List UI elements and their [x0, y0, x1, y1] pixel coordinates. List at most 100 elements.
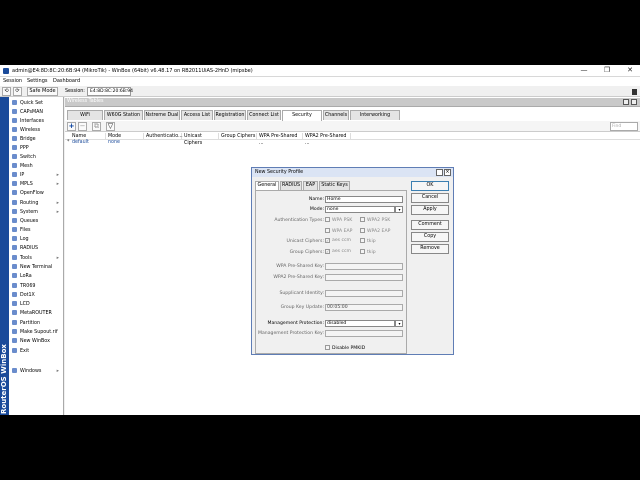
- sidebar-item-capsman[interactable]: CAPsMAN: [12, 108, 62, 117]
- redo-icon[interactable]: ⟳: [13, 87, 22, 96]
- sidebar-item-switch[interactable]: Switch: [12, 153, 62, 162]
- auth-wpa2-eap-checkbox[interactable]: WPA2 EAP: [360, 228, 390, 234]
- wireless-tables-restore-icon[interactable]: [631, 99, 637, 105]
- remove-icon[interactable]: −: [78, 122, 87, 131]
- sidebar-item-new-winbox[interactable]: New WinBox: [12, 337, 62, 346]
- unicast-aes-ccm-checkbox[interactable]: ✓ aes ccm: [325, 238, 351, 243]
- dialog-close-icon[interactable]: ×: [444, 169, 451, 176]
- add-icon[interactable]: +: [67, 122, 76, 131]
- sidebar-item-exit[interactable]: Exit: [12, 347, 62, 356]
- sidebar-item-interfaces[interactable]: Interfaces: [12, 117, 62, 126]
- col-group-ciphers[interactable]: Group Ciphers: [219, 133, 257, 140]
- tab-registration[interactable]: Registration: [214, 110, 246, 120]
- menu-dashboard[interactable]: Dashboard: [53, 78, 80, 84]
- sidebar-item-files[interactable]: Files: [12, 226, 62, 235]
- col-unicast-ciphers[interactable]: Unicast Ciphers: [182, 133, 219, 146]
- disable-pmkid-checkbox[interactable]: Disable PMKID: [325, 345, 365, 351]
- col-authentication[interactable]: Authenticatio...: [144, 133, 183, 140]
- wireless-tables-maximize-icon[interactable]: [623, 99, 629, 105]
- sidebar-item-queues[interactable]: Queues: [12, 217, 62, 226]
- group-tkip-checkbox[interactable]: tkip: [360, 249, 376, 255]
- tab-connect-list[interactable]: Connect List: [247, 110, 281, 120]
- minimize-button[interactable]: —: [574, 66, 594, 74]
- tab-channels[interactable]: Channels: [323, 110, 349, 120]
- management-protection-select[interactable]: disabled: [325, 320, 395, 327]
- col-wpa-psk[interactable]: WPA Pre-Shared ...: [257, 133, 303, 146]
- sidebar-item-label: PPP: [20, 146, 29, 151]
- sidebar-item-new-terminal[interactable]: New Terminal: [12, 263, 62, 272]
- copy-icon[interactable]: ⧉: [92, 122, 101, 131]
- dlg-tab-radius[interactable]: RADIUS: [280, 181, 302, 190]
- management-protection-dropdown-icon[interactable]: ▾: [395, 320, 403, 327]
- submenu-arrow-icon: ▸: [56, 369, 59, 374]
- safe-mode-button[interactable]: Safe Mode: [27, 87, 58, 96]
- mode-dropdown-icon[interactable]: ▾: [395, 206, 403, 213]
- sidebar-item-partition[interactable]: Partition: [12, 319, 62, 328]
- tab-interworking-profiles[interactable]: Interworking Profiles: [350, 110, 400, 127]
- col-mode[interactable]: Mode: [106, 133, 144, 140]
- name-label: Name:: [308, 197, 324, 202]
- mode-select[interactable]: none: [325, 206, 395, 213]
- sidebar-item-dot1x[interactable]: Dot1X: [12, 291, 62, 300]
- sidebar-item-icon: [12, 292, 17, 297]
- close-button[interactable]: ✕: [620, 66, 640, 74]
- sidebar-item-icon: [12, 245, 17, 250]
- sidebar-item-wireless[interactable]: Wireless: [12, 126, 62, 135]
- menu-settings[interactable]: Settings: [27, 78, 48, 84]
- tab-w60g-station[interactable]: W60G Station: [104, 110, 143, 120]
- group-key-update-input[interactable]: 00:05:00: [325, 304, 403, 311]
- sidebar-item-tools[interactable]: Tools ▸: [12, 254, 62, 263]
- sidebar-item-ppp[interactable]: PPP: [12, 144, 62, 153]
- comment-button[interactable]: Comment: [411, 220, 449, 230]
- sidebar-item-bridge[interactable]: Bridge: [12, 135, 62, 144]
- cancel-button[interactable]: Cancel: [411, 193, 449, 203]
- sidebar-item-lcd[interactable]: LCD: [12, 300, 62, 309]
- wpa2-psk-input[interactable]: [325, 274, 403, 281]
- tab-wifi-interfaces[interactable]: WiFi Interfaces: [67, 110, 103, 127]
- sidebar-item-routing[interactable]: Routing ▸: [12, 199, 62, 208]
- find-input[interactable]: Find: [610, 122, 638, 131]
- wpa-psk-input[interactable]: [325, 263, 403, 270]
- sidebar-item-system[interactable]: System ▸: [12, 208, 62, 217]
- sidebar-item-make-supout-rif[interactable]: Make Supout.rif: [12, 328, 62, 337]
- remove-button[interactable]: Remove: [411, 244, 449, 254]
- tab-nstreme-dual[interactable]: Nstreme Dual: [144, 110, 180, 120]
- maximize-button[interactable]: ❐: [597, 66, 617, 74]
- group-aes-ccm-checkbox[interactable]: ✓ aes ccm: [325, 249, 351, 254]
- sidebar-item-icon: [12, 127, 17, 132]
- col-name[interactable]: Name: [70, 133, 106, 140]
- supplicant-identity-input[interactable]: [325, 290, 403, 297]
- tab-access-list[interactable]: Access List: [181, 110, 213, 120]
- management-protection-key-input[interactable]: [325, 330, 403, 337]
- unicast-tkip-checkbox[interactable]: tkip: [360, 238, 376, 244]
- copy-button[interactable]: Copy: [411, 232, 449, 242]
- ok-button[interactable]: OK: [411, 181, 449, 191]
- submenu-arrow-icon: ▸: [56, 256, 59, 261]
- sidebar-item-tr069[interactable]: TR069: [12, 282, 62, 291]
- sidebar-item-openflow[interactable]: OpenFlow: [12, 189, 62, 198]
- sidebar-item-mpls[interactable]: MPLS ▸: [12, 180, 62, 189]
- filter-icon[interactable]: ▽: [106, 122, 115, 131]
- auth-wpa-eap-checkbox[interactable]: WPA EAP: [325, 228, 352, 234]
- sidebar-item-log[interactable]: Log: [12, 235, 62, 244]
- undo-icon[interactable]: ⟲: [2, 87, 11, 96]
- auth-wpa-psk-checkbox[interactable]: WPA PSK: [325, 217, 352, 223]
- col-wpa2-psk[interactable]: WPA2 Pre-Shared ...: [303, 133, 351, 146]
- auth-wpa2-psk-checkbox[interactable]: WPA2 PSK: [360, 217, 390, 223]
- dlg-tab-eap[interactable]: EAP: [303, 181, 318, 190]
- menu-session[interactable]: Session: [3, 78, 22, 84]
- dialog-maximize-icon[interactable]: [436, 169, 443, 176]
- sidebar-item-lora[interactable]: LoRa: [12, 272, 62, 281]
- sidebar-item-metarouter[interactable]: MetaROUTER: [12, 309, 62, 318]
- name-input[interactable]: Home: [325, 196, 403, 203]
- tab-security-profiles[interactable]: Security Profiles: [282, 110, 322, 127]
- sidebar-item-radius[interactable]: RADIUS: [12, 244, 62, 253]
- dlg-tab-static-keys[interactable]: Static Keys: [319, 181, 350, 190]
- apply-button[interactable]: Apply: [411, 205, 449, 215]
- sidebar-item-mesh[interactable]: Mesh: [12, 162, 62, 171]
- sidebar-item-label: CAPsMAN: [20, 110, 43, 115]
- table-row[interactable]: * default none: [65, 140, 365, 146]
- sidebar-item-windows[interactable]: Windows ▸: [12, 367, 62, 376]
- sidebar-item-quick-set[interactable]: Quick Set: [12, 99, 62, 108]
- sidebar-item-ip[interactable]: IP ▸: [12, 171, 62, 180]
